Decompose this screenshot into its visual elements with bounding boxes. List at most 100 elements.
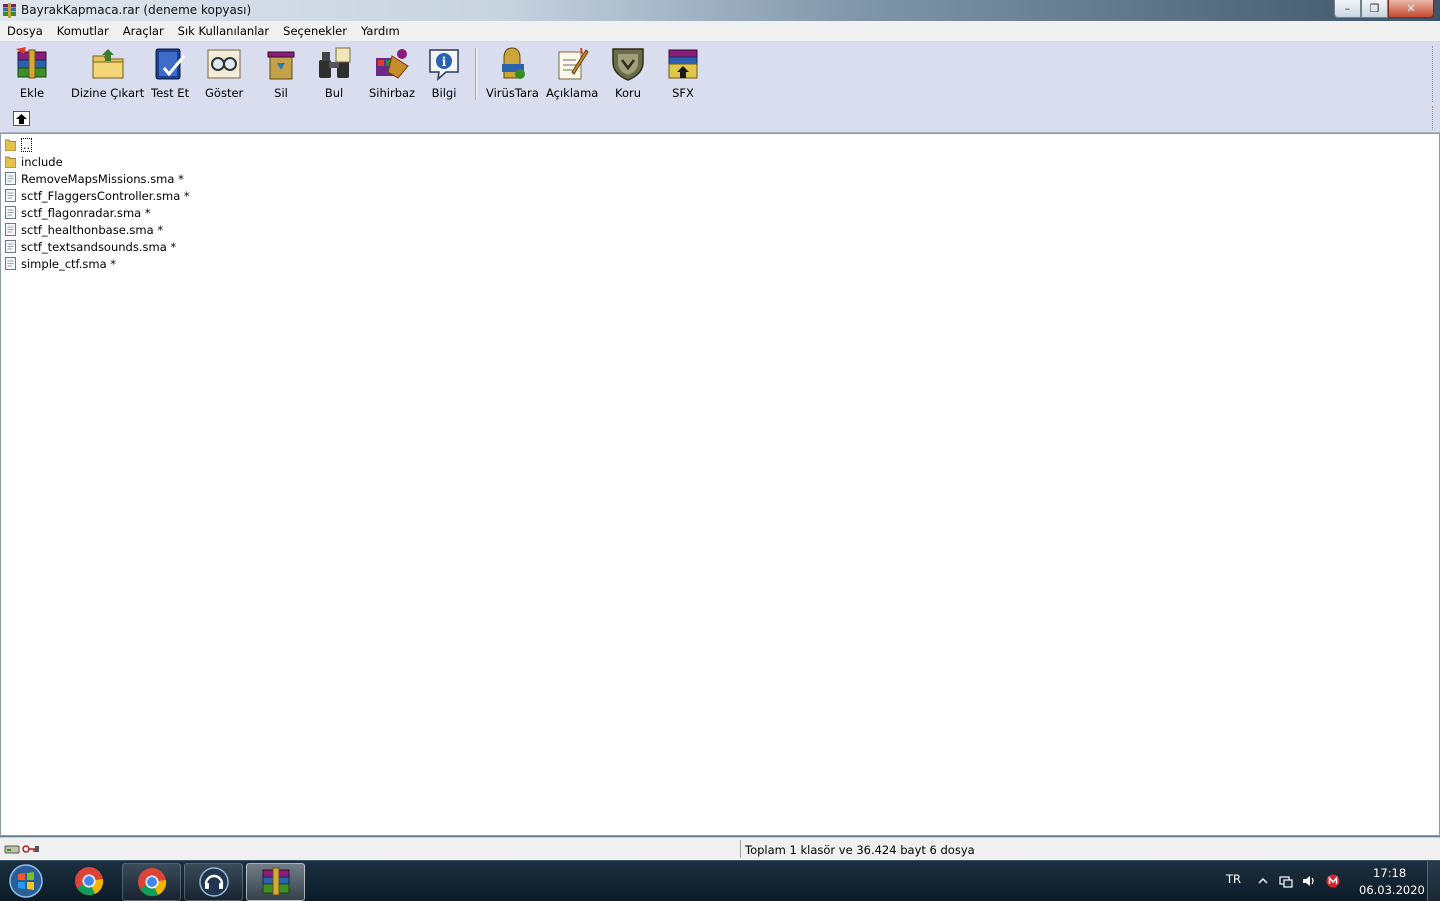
delete-bin-icon [267,51,295,80]
list-item-folder[interactable]: include [5,153,63,170]
language-indicator[interactable]: TR [1226,872,1241,886]
info-label: Bilgi [431,86,457,100]
drive-icon[interactable] [4,843,20,855]
comment-label: Açıklama [546,86,599,100]
extract-to-folder-icon [92,49,124,79]
network-icon[interactable] [1279,874,1293,888]
info-icon: i [429,49,459,81]
winrar-app-icon[interactable] [2,3,17,18]
taskbar: TR 17:18 06.03.2020 [0,860,1440,901]
teamspeak-icon [198,867,229,897]
view-glasses-icon [207,49,241,79]
file-name: RemoveMapsMissions.sma * [21,171,184,186]
toolbar-separator [475,48,477,100]
delete-label: Sil [274,86,288,100]
start-button[interactable] [6,863,46,899]
document-icon [5,206,16,219]
taskbar-winrar[interactable] [246,863,305,901]
restore-button[interactable]: ❐ [1361,0,1388,18]
menu-yardim[interactable]: Yardım [354,24,407,38]
menu-dosya[interactable]: Dosya [0,24,50,38]
list-item-file[interactable]: sctf_textsandsounds.sma * [5,238,176,255]
add-label: Ekle [19,86,45,100]
folder-icon [5,139,16,151]
list-item-file[interactable]: sctf_healthonbase.sma * [5,221,163,238]
comment-icon [558,47,589,80]
svg-text:i: i [442,55,447,69]
sfx-archive-icon [668,49,698,79]
file-name: include [21,154,63,169]
taskbar-chrome-pinned[interactable] [60,863,117,899]
wizard-button[interactable]: Sihirbaz [369,46,415,100]
volume-icon[interactable] [1302,874,1316,888]
show-desktop-button[interactable] [1427,861,1440,901]
title-bar[interactable]: BayrakKapmaca.rar (deneme kopyası) – ❐ ✕ [0,0,1440,21]
find-label: Bul [324,86,344,100]
menu-secenekler[interactable]: Seçenekler [276,24,354,38]
protect-button[interactable]: Koru [610,46,646,100]
view-button[interactable]: Göster [205,46,243,100]
menu-araclar[interactable]: Araçlar [116,24,171,38]
file-list[interactable]: .. include RemoveMapsMissions.sma * sctf… [0,133,1440,836]
file-name: sctf_healthonbase.sma * [21,222,164,237]
menu-bar: Dosya Komutlar Araçlar Sık Kullanılanlar… [0,21,1440,42]
list-item-file[interactable]: sctf_FlaggersController.sma * [5,187,190,204]
window-controls: – ❐ ✕ [1334,0,1434,18]
extract-to-label: Dizine Çıkart [71,86,145,100]
status-bar: Toplam 1 klasör ve 36.424 bayt 6 dosya [0,837,1440,861]
document-icon [5,223,16,236]
test-label: Test Et [151,86,190,100]
file-name: sctf_FlaggersController.sma * [21,188,190,203]
toolbar: Ekle Dizine Çıkart Test Et Göster Sil Bu… [0,42,1440,104]
add-archive-icon [16,47,47,79]
folder-icon [5,156,16,168]
window-title: BayrakKapmaca.rar (deneme kopyası) [21,3,252,17]
show-hidden-icons-icon[interactable] [1256,874,1270,888]
taskbar-chrome-open[interactable] [122,863,181,901]
minimize-button[interactable]: – [1334,0,1361,18]
chrome-icon [137,868,166,897]
document-icon [5,257,16,270]
document-icon [5,240,16,253]
virus-scan-icon [502,47,526,79]
delete-button[interactable]: Sil [263,46,299,100]
clock-date[interactable]: 06.03.2020 [1359,883,1425,897]
find-binoculars-icon [319,47,351,78]
list-item-updir[interactable]: .. [5,136,33,153]
find-button[interactable]: Bul [316,46,352,100]
comment-button[interactable]: Açıklama [546,46,598,100]
document-icon [5,189,16,202]
test-archive-icon [155,48,186,80]
taskbar-teamspeak[interactable] [184,863,243,901]
info-button[interactable]: i Bilgi [426,46,462,100]
close-button[interactable]: ✕ [1388,0,1434,18]
sfx-button[interactable]: SFX [665,46,701,100]
key-lock-icon[interactable] [22,843,40,855]
extract-to-button[interactable]: Dizine Çıkart [71,46,144,100]
list-item-file[interactable]: simple_ctf.sma * [5,255,116,272]
virus-scan-button[interactable]: VirüsTara [486,46,539,100]
clock-time[interactable]: 17:18 [1373,866,1406,880]
add-button[interactable]: Ekle [14,46,50,100]
list-item-file[interactable]: sctf_flagonradar.sma * [5,204,151,221]
protect-shield-icon [612,48,644,81]
virus-scan-label: VirüsTara [486,86,539,100]
list-item-file[interactable]: RemoveMapsMissions.sma * [5,170,184,187]
file-name: .. [21,137,33,152]
wizard-icon [376,49,409,79]
test-button[interactable]: Test Et [151,46,189,100]
document-icon [5,172,16,185]
menu-sik-kullanilanlar[interactable]: Sık Kullanılanlar [171,24,277,38]
wizard-label: Sihirbaz [369,86,416,100]
antivirus-tray-icon[interactable] [1326,874,1340,888]
winrar-icon [262,867,289,896]
up-folder-button[interactable] [13,111,30,126]
chrome-icon [74,867,103,896]
toolbar-grip[interactable] [1432,46,1435,102]
status-summary: Toplam 1 klasör ve 36.424 bayt 6 dosya [745,843,975,857]
file-name: simple_ctf.sma * [21,256,117,271]
address-grip[interactable] [1432,106,1435,130]
menu-komutlar[interactable]: Komutlar [50,24,116,38]
protect-label: Koru [614,86,642,100]
address-bar [0,104,1440,133]
